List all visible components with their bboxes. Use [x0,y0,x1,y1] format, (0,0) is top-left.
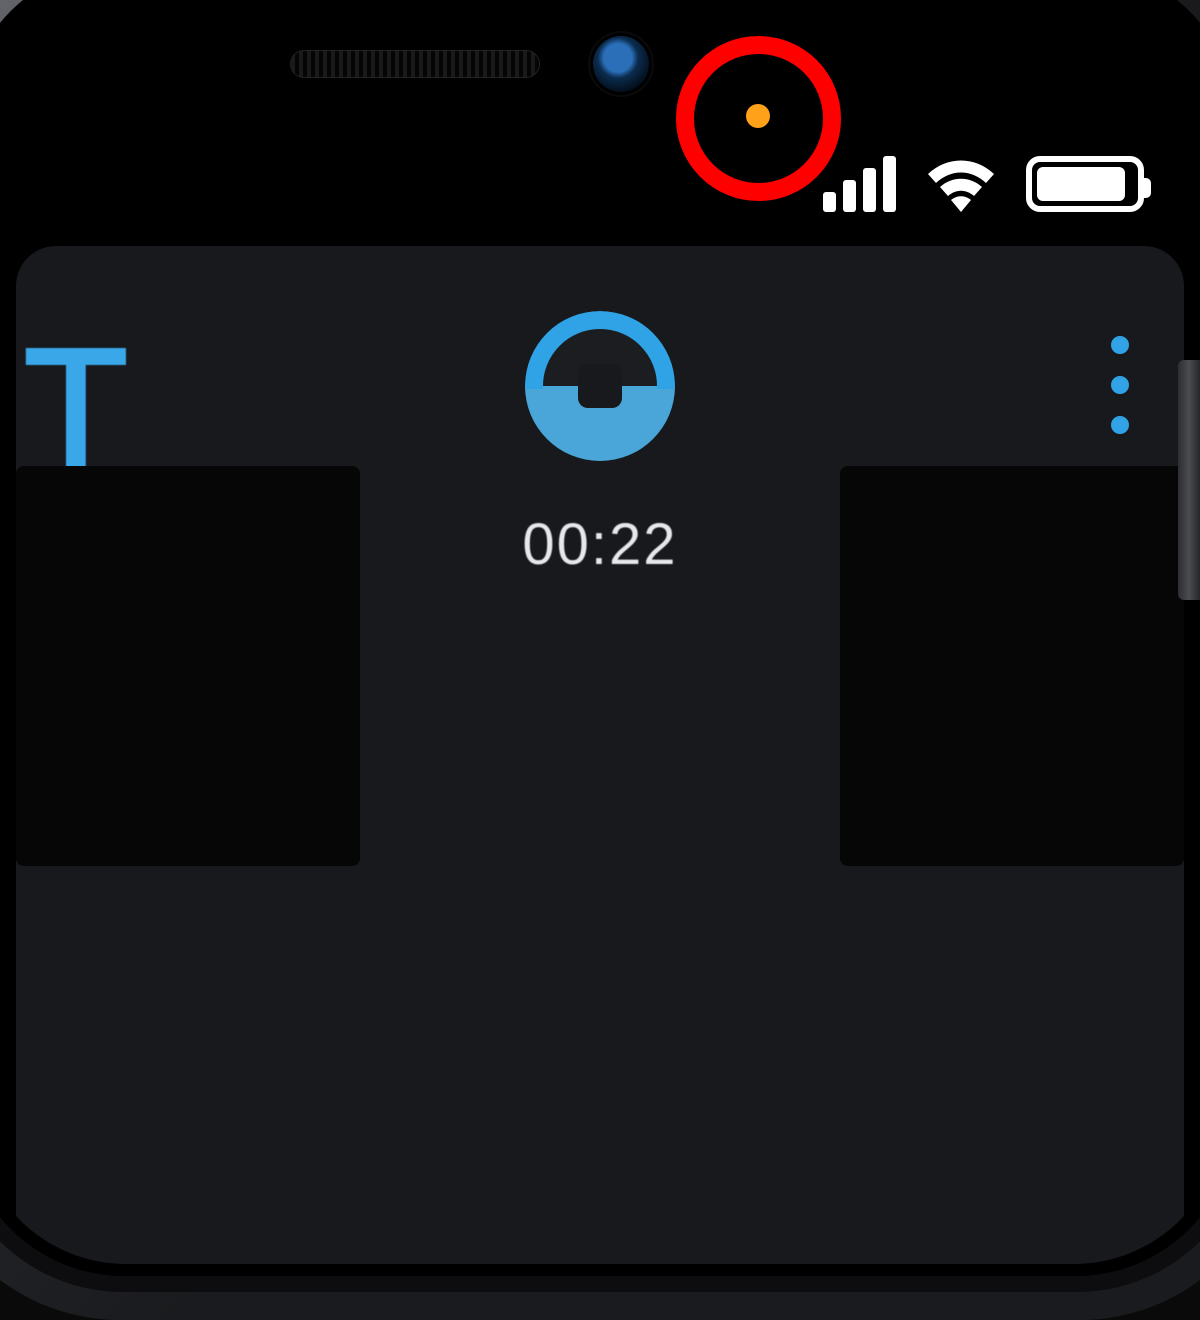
contact-avatar-icon[interactable] [525,311,675,461]
phone-side-button[interactable] [1178,360,1200,600]
status-bar-right [823,156,1144,212]
wifi-icon [924,156,998,212]
cellular-signal-icon [823,156,896,212]
more-vertical-icon [1111,376,1129,394]
earpiece-speaker [290,50,540,78]
phone-screen-frame: T [0,0,1200,1276]
display-notch [260,0,940,151]
battery-fill [1037,167,1125,201]
call-duration-timer: 00:22 [522,511,677,578]
phone-bezel-outer: T [0,0,1200,1320]
left-panel [16,466,360,866]
screen: T [0,0,1200,1264]
more-vertical-icon [1111,336,1129,354]
more-vertical-icon [1111,416,1129,434]
right-panel [840,466,1184,866]
battery-icon [1026,156,1144,212]
app-lower-row: 00:22 [16,466,1184,866]
more-options-button[interactable] [1111,336,1129,434]
call-timer-area: 00:22 [420,466,780,866]
app-header-row: T [16,246,1184,486]
front-camera-lens [590,33,652,95]
phone-bezel-inner: T [0,0,1200,1292]
microphone-privacy-indicator-dot [746,104,770,128]
